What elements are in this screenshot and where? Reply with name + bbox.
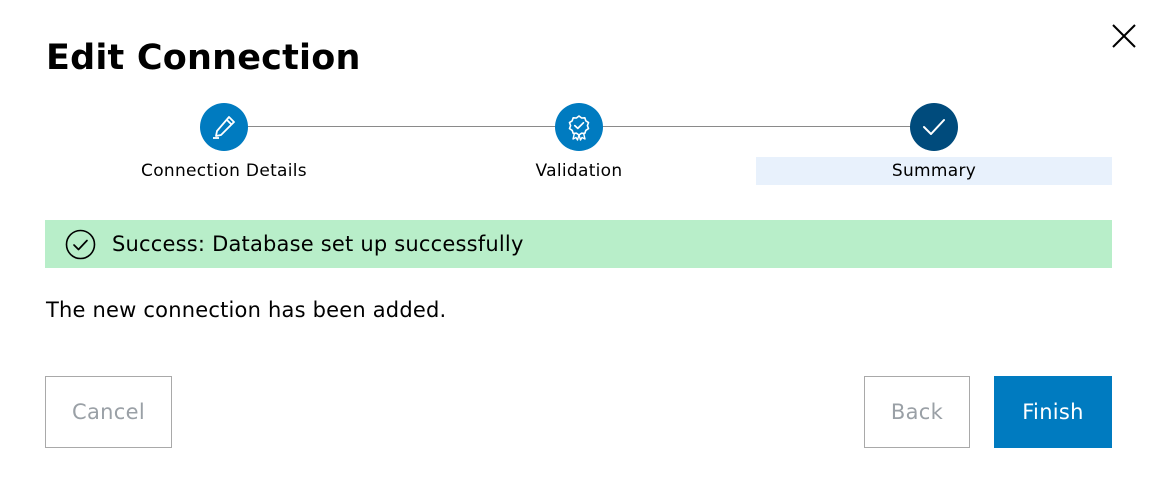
step-summary: Summary xyxy=(756,103,1112,185)
step-circle-validation xyxy=(555,103,603,151)
badge-check-icon xyxy=(568,115,590,141)
step-validation: Validation xyxy=(401,103,757,185)
pencil-icon xyxy=(213,116,235,139)
step-circle-connection-details xyxy=(200,103,248,151)
edit-connection-dialog: Edit Connection Connection Details Valid… xyxy=(0,0,1159,496)
dialog-title: Edit Connection xyxy=(46,38,361,78)
confirmation-text: The new connection has been added. xyxy=(46,298,447,322)
success-message: Success: Database set up successfully xyxy=(112,232,524,256)
success-banner: Success: Database set up successfully xyxy=(45,220,1112,268)
step-circle-summary xyxy=(910,103,958,151)
close-button[interactable] xyxy=(1108,20,1140,52)
step-label: Summary xyxy=(756,157,1112,185)
finish-button[interactable]: Finish xyxy=(994,376,1112,448)
checkmark-icon xyxy=(923,119,945,135)
check-circle-icon xyxy=(65,229,96,260)
stepper: Connection Details Validation Summary xyxy=(46,103,1112,185)
cancel-button[interactable]: Cancel xyxy=(45,376,172,448)
step-label: Connection Details xyxy=(141,161,307,181)
back-button[interactable]: Back xyxy=(864,376,970,448)
close-icon xyxy=(1112,24,1136,48)
step-connection-details: Connection Details xyxy=(46,103,402,185)
step-label: Validation xyxy=(535,161,623,181)
